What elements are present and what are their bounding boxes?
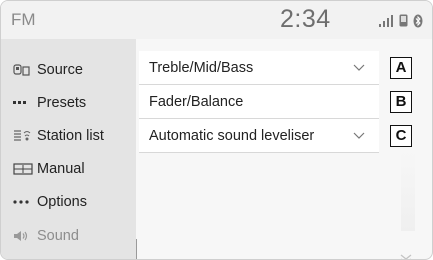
sidebar-item-options[interactable]: Options: [1, 185, 136, 218]
phone-icon: [399, 14, 408, 32]
menu-row-label: Treble/Mid/Bass: [149, 59, 254, 76]
callout-label-a: A: [390, 57, 412, 79]
sidebar-item-label: Sound: [37, 227, 79, 244]
options-icon: [13, 199, 37, 205]
sidebar-item-source[interactable]: Source: [1, 53, 136, 86]
presets-icon: [13, 100, 37, 106]
sidebar-item-label: Options: [37, 193, 87, 210]
menu-row-label: Fader/Balance: [149, 93, 244, 110]
menu-row-automatic-sound-leveliser[interactable]: Automatic sound leveliser: [139, 119, 379, 153]
sidebar-item-manual[interactable]: Manual: [1, 152, 136, 185]
speaker-icon: [13, 230, 37, 242]
source-icon: [13, 63, 37, 77]
chevron-down-icon: [353, 128, 365, 144]
sidebar-item-label: Source: [37, 61, 83, 78]
callout-label-b: B: [390, 91, 412, 113]
sidebar-item-station-list[interactable]: Station list: [1, 119, 136, 152]
callout-label-c: C: [390, 125, 412, 147]
scrollbar[interactable]: [401, 151, 415, 231]
sidebar-item-sound[interactable]: Sound: [1, 219, 136, 252]
top-bar: FM 2:34: [1, 1, 432, 39]
sidebar: Source Presets Station list Manual Optio…: [1, 39, 136, 259]
clock: 2:34: [280, 5, 331, 33]
sidebar-item-label: Manual: [37, 160, 85, 177]
source-title: FM: [11, 10, 36, 29]
bluetooth-icon: [413, 14, 423, 33]
sidebar-divider: [136, 239, 137, 259]
manual-icon: [13, 162, 37, 175]
screen: FM 2:34 Source Presets Station list Manu…: [0, 0, 433, 260]
sidebar-item-label: Presets: [37, 94, 87, 111]
menu-row-fader-balance[interactable]: Fader/Balance: [139, 85, 379, 119]
chevron-down-icon: [353, 60, 365, 76]
signal-bars-icon: [379, 14, 395, 32]
station-list-icon: [13, 129, 37, 143]
sidebar-item-presets[interactable]: Presets: [1, 86, 136, 119]
scroll-down-icon[interactable]: [399, 251, 413, 259]
menu-row-label: Automatic sound leveliser: [149, 127, 315, 144]
menu-row-treble-mid-bass[interactable]: Treble/Mid/Bass: [139, 51, 379, 85]
sidebar-item-label: Station list: [37, 127, 104, 144]
